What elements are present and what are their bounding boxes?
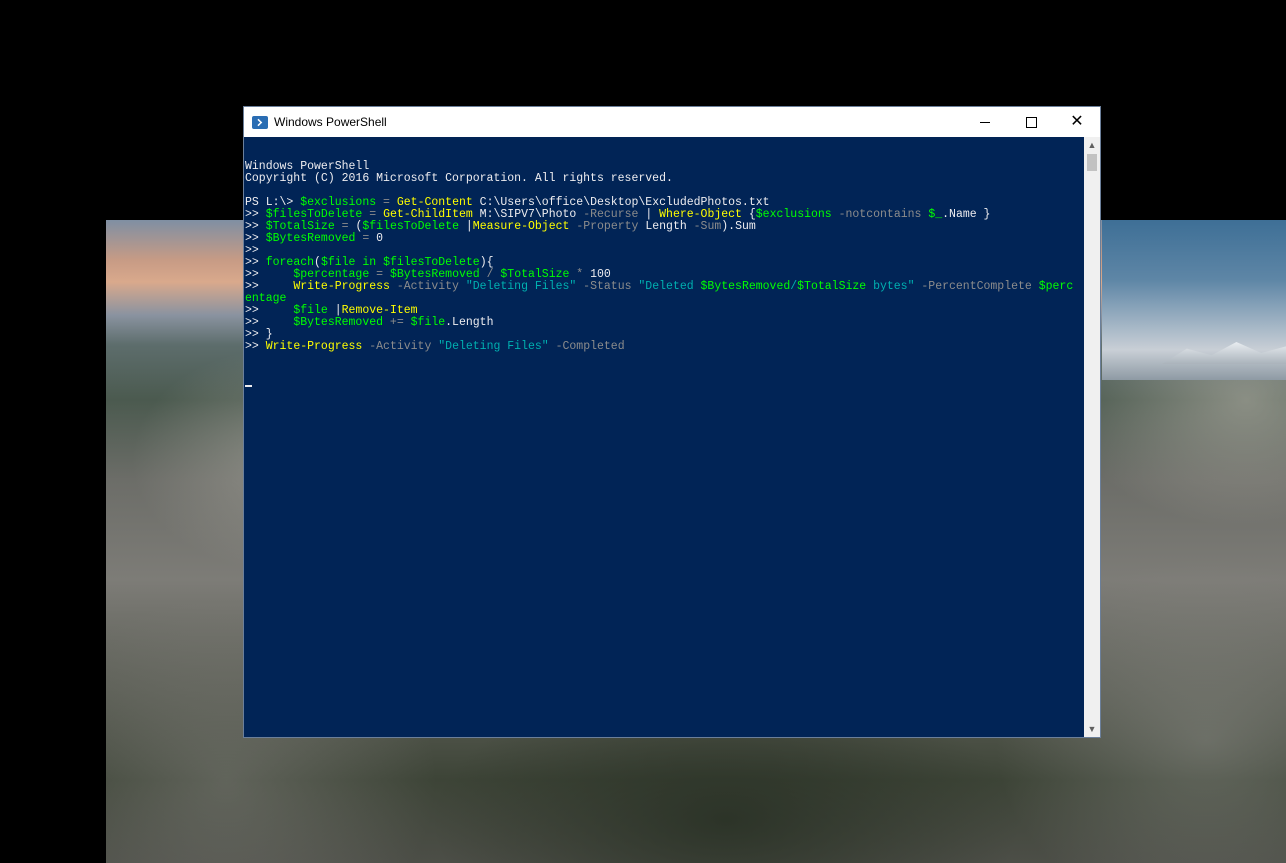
window-title: Windows PowerShell bbox=[274, 115, 387, 129]
console-token: -Activity bbox=[362, 340, 439, 353]
console-token: .Name } bbox=[942, 208, 991, 221]
scrollbar-thumb[interactable] bbox=[1087, 154, 1097, 171]
console-token: $BytesRemoved bbox=[700, 280, 791, 293]
console-token: $BytesRemoved bbox=[265, 232, 356, 245]
scroll-up-arrow-icon[interactable]: ▲ bbox=[1084, 137, 1100, 153]
console-token: Write-Progress bbox=[265, 340, 363, 353]
console-line: >> Write-Progress -Activity "Deleting Fi… bbox=[245, 281, 1084, 293]
close-icon: ✕ bbox=[1070, 113, 1084, 130]
console-token: -Activity bbox=[389, 280, 466, 293]
minimize-button[interactable] bbox=[962, 107, 1008, 137]
console-token: -Property bbox=[569, 220, 639, 233]
console-line: >> $BytesRemoved = 0 bbox=[245, 233, 1084, 245]
maximize-button[interactable] bbox=[1008, 107, 1054, 137]
vertical-scrollbar[interactable]: ▲ ▼ bbox=[1084, 137, 1100, 737]
console-line: Copyright (C) 2016 Microsoft Corporation… bbox=[245, 173, 1084, 185]
console-line: >> Write-Progress -Activity "Deleting Fi… bbox=[245, 341, 1084, 353]
powershell-window[interactable]: Windows PowerShell ✕ Windows PowerShell C… bbox=[243, 106, 1101, 738]
console-lines: Windows PowerShell Copyright (C) 2016 Mic… bbox=[245, 161, 1084, 353]
window-titlebar[interactable]: Windows PowerShell ✕ bbox=[244, 107, 1100, 137]
close-button[interactable]: ✕ bbox=[1054, 107, 1100, 137]
powershell-icon[interactable] bbox=[252, 115, 268, 129]
console-token: $perc bbox=[1038, 280, 1074, 293]
console-line: >> $BytesRemoved += $file.Length bbox=[245, 317, 1084, 329]
minimize-icon bbox=[980, 121, 990, 123]
console-token: ).Sum bbox=[721, 220, 756, 233]
console-token: "Deleted bbox=[638, 280, 701, 293]
console-token: | bbox=[458, 220, 473, 233]
console-token: $exclusions bbox=[755, 208, 832, 221]
console-token: -PercentComplete bbox=[914, 280, 1039, 293]
console-token: $_ bbox=[928, 208, 943, 221]
console-output[interactable]: Windows PowerShell Copyright (C) 2016 Mic… bbox=[244, 137, 1084, 737]
console-token: -notcontains bbox=[831, 208, 929, 221]
console-token: >> bbox=[245, 340, 266, 353]
text-cursor bbox=[245, 385, 252, 387]
console-token: Length bbox=[638, 220, 694, 233]
console-token: = bbox=[355, 232, 377, 245]
console-token: Measure-Object bbox=[472, 220, 570, 233]
console-token: "Deleting Files" bbox=[438, 340, 549, 353]
console-token: $file bbox=[410, 316, 446, 329]
console-token: bytes" bbox=[866, 280, 915, 293]
console-token: 0 bbox=[376, 232, 384, 245]
console-token: $BytesRemoved bbox=[293, 316, 384, 329]
console-token: Write-Progress bbox=[293, 280, 390, 293]
maximize-icon bbox=[1025, 116, 1037, 128]
console-token: $TotalSize bbox=[797, 280, 867, 293]
console-token: -Sum bbox=[693, 220, 722, 233]
console-token: "Deleting Files" bbox=[465, 280, 577, 293]
console-token: .Length bbox=[445, 316, 494, 329]
console-token: -Completed bbox=[548, 340, 625, 353]
console-token: -Status bbox=[576, 280, 639, 293]
console-token: += bbox=[383, 316, 411, 329]
scroll-down-arrow-icon[interactable]: ▼ bbox=[1084, 721, 1100, 737]
console-token: Copyright (C) 2016 Microsoft Corporation… bbox=[245, 172, 673, 185]
